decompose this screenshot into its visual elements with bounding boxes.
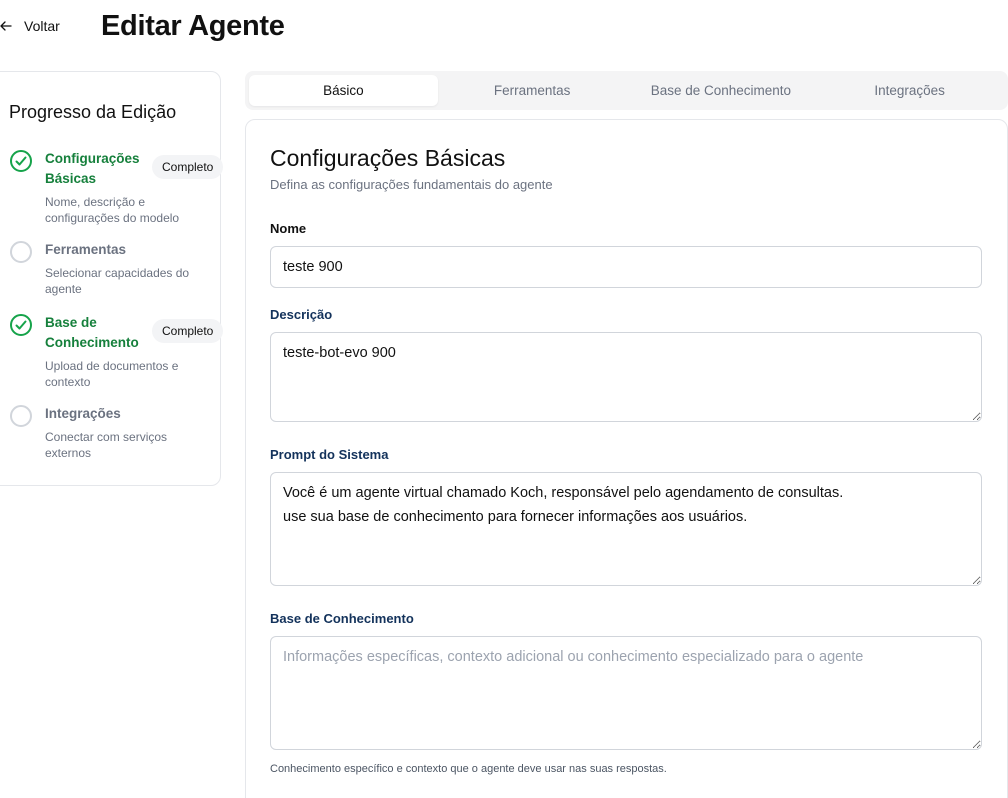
form-subtitle: Defina as configurações fundamentais do … <box>270 177 553 192</box>
basic-config-card: Configurações Básicas Defina as configur… <box>245 119 1008 798</box>
step-basic-config[interactable]: Configurações Básicas Nome, descrição e … <box>9 149 224 229</box>
empty-circle-icon <box>10 405 32 427</box>
tab-basic[interactable]: Básico <box>249 75 438 106</box>
page-title: Editar Agente <box>101 10 285 42</box>
tab-knowledge-base[interactable]: Base de Conhecimento <box>627 75 816 106</box>
name-input[interactable] <box>270 246 982 288</box>
status-badge: Completo <box>152 155 224 179</box>
tab-tools[interactable]: Ferramentas <box>438 75 627 106</box>
progress-title: Progresso da Edição <box>9 102 177 122</box>
arrow-left-icon <box>0 21 12 31</box>
tab-integrations[interactable]: Integrações <box>815 75 1004 106</box>
step-description: Selecionar capacidades do agente <box>45 266 190 296</box>
description-textarea[interactable] <box>270 332 982 422</box>
step-tools[interactable]: Ferramentas Selecionar capacidades do ag… <box>9 240 221 300</box>
step-description: Conectar com serviços externos <box>45 430 168 460</box>
step-name: Base de Conhecimento <box>45 315 139 350</box>
edit-progress-panel: Progresso da Edição Configurações Básica… <box>0 71 224 486</box>
empty-circle-icon <box>10 241 32 263</box>
step-knowledge-base[interactable]: Base de Conhecimento Upload de documento… <box>9 313 224 393</box>
form-title: Configurações Básicas <box>270 145 506 171</box>
name-label: Nome <box>270 221 307 236</box>
step-name: Ferramentas <box>45 242 127 257</box>
status-badge: Completo <box>152 319 224 343</box>
system-prompt-label: Prompt do Sistema <box>270 447 389 462</box>
step-description: Nome, descrição e configurações do model… <box>45 195 180 225</box>
check-circle-icon <box>10 314 32 336</box>
knowledge-base-helper: Conhecimento específico e contexto que o… <box>270 763 667 775</box>
description-label: Descrição <box>270 307 333 322</box>
knowledge-base-textarea[interactable] <box>270 636 982 750</box>
back-label: Voltar <box>24 18 60 34</box>
check-circle-icon <box>10 150 32 172</box>
knowledge-base-label: Base de Conhecimento <box>270 611 414 626</box>
back-button[interactable]: Voltar <box>0 18 60 34</box>
step-description: Upload de documentos e contexto <box>45 359 179 389</box>
step-name: Configurações Básicas <box>45 151 140 186</box>
step-name: Integrações <box>45 406 121 421</box>
tab-bar: Básico Ferramentas Base de Conhecimento … <box>245 71 1008 110</box>
step-integrations[interactable]: Integrações Conectar com serviços extern… <box>9 404 221 464</box>
system-prompt-textarea[interactable] <box>270 472 982 586</box>
